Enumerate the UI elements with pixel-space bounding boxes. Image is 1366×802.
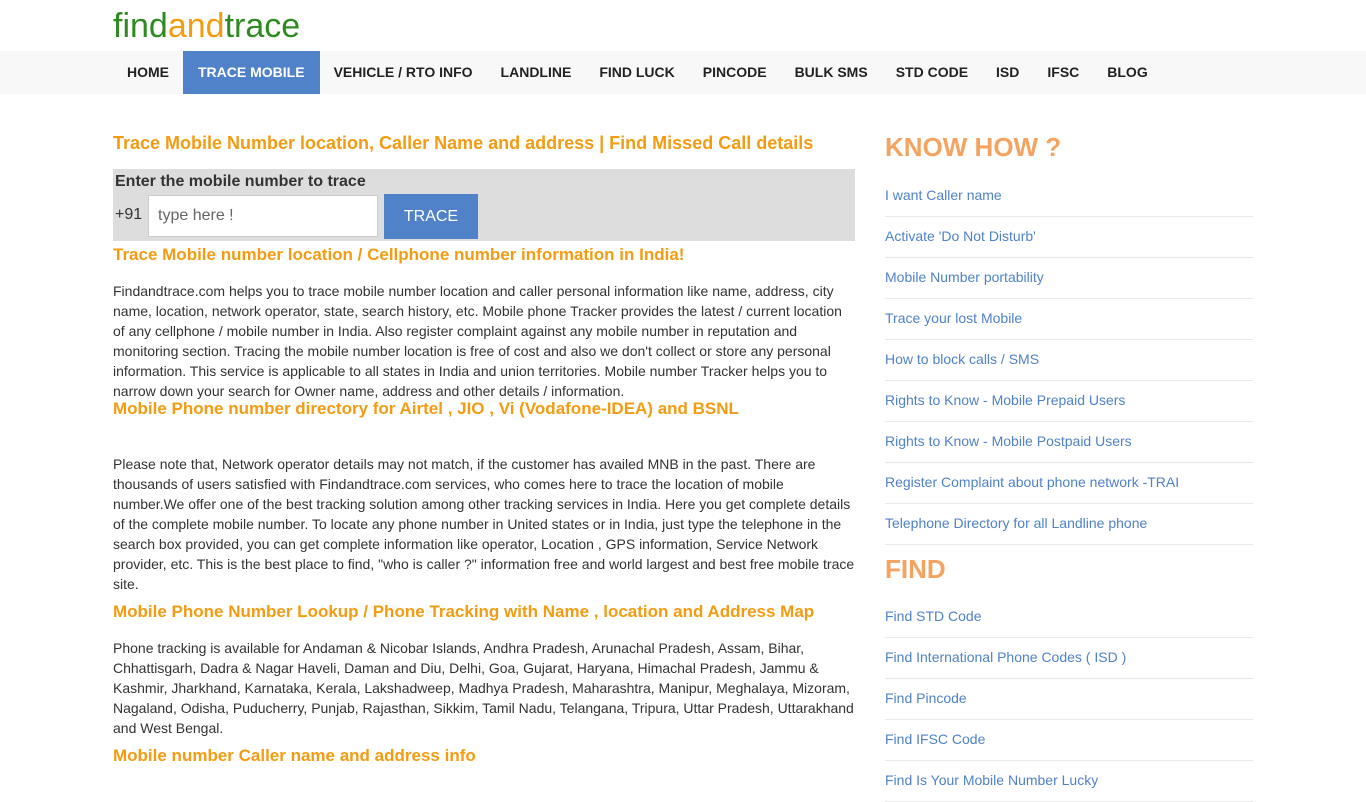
page-title: Trace Mobile Number location, Caller Nam…	[113, 133, 814, 153]
know-how-heading: KNOW HOW ?	[885, 132, 1062, 162]
site-logo[interactable]: findandtrace	[113, 5, 300, 47]
section-heading-1: Trace Mobile number location / Cellphone…	[113, 245, 685, 264]
sidebar-link-prepaid-rights[interactable]: Rights to Know - Mobile Prepaid Users	[885, 381, 1253, 422]
country-code-prefix: +91	[115, 206, 143, 223]
sidebar-link-trai-complaint[interactable]: Register Complaint about phone network -…	[885, 463, 1253, 504]
find-list: Find STD Code Find International Phone C…	[885, 597, 1253, 802]
sidebar-link-std-code[interactable]: Find STD Code	[885, 597, 1253, 638]
nav-find-luck[interactable]: FIND LUCK	[585, 51, 688, 94]
sidebar-link-block-calls[interactable]: How to block calls / SMS	[885, 340, 1253, 381]
nav-menu: HOME TRACE MOBILE VEHICLE / RTO INFO LAN…	[113, 51, 1162, 94]
section-text-3: Phone tracking is available for Andaman …	[113, 640, 854, 736]
logo-part-and: and	[167, 7, 225, 45]
section-text-2: Please note that, Network operator detai…	[113, 456, 855, 592]
sidebar-link-telephone-directory[interactable]: Telephone Directory for all Landline pho…	[885, 504, 1253, 545]
sidebar-link-isd-codes[interactable]: Find International Phone Codes ( ISD )	[885, 638, 1253, 679]
section-heading-4: Mobile number Caller name and address in…	[113, 746, 476, 765]
logo-part-find: find	[113, 7, 168, 45]
nav-trace-mobile[interactable]: TRACE MOBILE	[183, 51, 320, 94]
trace-label: Enter the mobile number to trace	[115, 173, 366, 190]
main-navbar: HOME TRACE MOBILE VEHICLE / RTO INFO LAN…	[0, 51, 1366, 94]
sidebar-link-lucky-number[interactable]: Find Is Your Mobile Number Lucky	[885, 761, 1253, 802]
logo-part-trace: trace	[224, 7, 301, 45]
sidebar-link-postpaid-rights[interactable]: Rights to Know - Mobile Postpaid Users	[885, 422, 1253, 463]
sidebar-link-lost-mobile[interactable]: Trace your lost Mobile	[885, 299, 1253, 340]
nav-bulk-sms[interactable]: BULK SMS	[781, 51, 882, 94]
sidebar-link-caller-name[interactable]: I want Caller name	[885, 176, 1253, 217]
sidebar-link-portability[interactable]: Mobile Number portability	[885, 258, 1253, 299]
nav-isd[interactable]: ISD	[982, 51, 1033, 94]
section-heading-2: Mobile Phone number directory for Airtel…	[113, 399, 739, 418]
nav-ifsc[interactable]: IFSC	[1033, 51, 1093, 94]
sidebar-link-pincode[interactable]: Find Pincode	[885, 679, 1253, 720]
trace-form: Enter the mobile number to trace +91 TRA…	[113, 169, 855, 241]
nav-home[interactable]: HOME	[113, 51, 183, 94]
mobile-number-input[interactable]	[148, 195, 378, 237]
section-heading-3: Mobile Phone Number Lookup / Phone Track…	[113, 602, 815, 621]
sidebar-link-dnd[interactable]: Activate 'Do Not Disturb'	[885, 217, 1253, 258]
know-how-list: I want Caller name Activate 'Do Not Dist…	[885, 176, 1253, 545]
trace-button[interactable]: TRACE	[384, 194, 478, 239]
section-text-1: Findandtrace.com helps you to trace mobi…	[113, 283, 842, 399]
nav-pincode[interactable]: PINCODE	[689, 51, 781, 94]
nav-blog[interactable]: BLOG	[1093, 51, 1161, 94]
nav-std-code[interactable]: STD CODE	[882, 51, 982, 94]
find-heading: FIND	[885, 554, 946, 584]
nav-vehicle-rto-info[interactable]: VEHICLE / RTO INFO	[320, 51, 487, 94]
sidebar-link-ifsc[interactable]: Find IFSC Code	[885, 720, 1253, 761]
nav-landline[interactable]: LANDLINE	[487, 51, 586, 94]
